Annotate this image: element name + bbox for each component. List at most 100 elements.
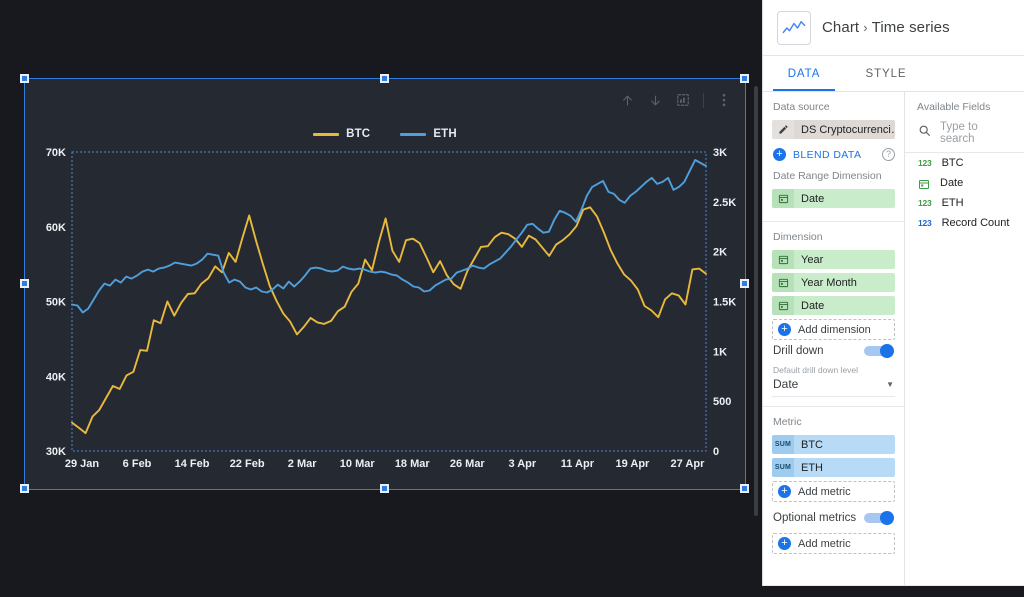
- svg-text:19 Apr: 19 Apr: [616, 458, 651, 470]
- data-source-chip[interactable]: DS Cryptocurrenci…: [772, 120, 895, 139]
- svg-text:50K: 50K: [46, 297, 66, 309]
- report-canvas[interactable]: BTC ETH 30K 40K 50K 60K 70K 0 500 1K 1.5K 2K 2.5K 3…: [0, 0, 762, 597]
- field-name: BTC: [941, 157, 964, 169]
- drill-down-row[interactable]: Drill down: [772, 340, 895, 360]
- available-fields-column[interactable]: Available Fields Type to search 123 BTC …: [905, 92, 1024, 597]
- calendar-icon: [918, 177, 930, 189]
- pencil-icon[interactable]: [772, 120, 794, 139]
- legend-swatch-btc: [313, 132, 340, 136]
- panel-title: Chart › Time series: [822, 19, 950, 36]
- svg-text:26 Mar: 26 Mar: [450, 458, 486, 470]
- date-range-dimension-chip[interactable]: Date: [772, 189, 895, 208]
- chart-legend[interactable]: BTC ETH: [25, 125, 745, 143]
- properties-panel[interactable]: Chart › Time series DATA STYLE Data source…: [762, 0, 1024, 597]
- add-dimension-button[interactable]: + Add dimension: [772, 319, 895, 340]
- field-item-btc[interactable]: 123 BTC: [905, 153, 1024, 173]
- dimension-chip-year-month[interactable]: Year Month: [772, 273, 895, 292]
- field-item-eth[interactable]: 123 ETH: [905, 193, 1024, 213]
- drill-down-label: Drill down: [773, 344, 824, 357]
- panel-tabs[interactable]: DATA STYLE: [763, 56, 1024, 92]
- svg-text:1.5K: 1.5K: [713, 297, 736, 309]
- plus-circle-icon[interactable]: +: [773, 148, 786, 161]
- chart-type-icon[interactable]: [670, 87, 696, 113]
- resize-handle-top-center[interactable]: [380, 74, 389, 83]
- calendar-icon: [772, 189, 794, 208]
- optional-metrics-toggle[interactable]: [864, 511, 894, 525]
- optional-metrics-row[interactable]: Optional metrics: [772, 507, 895, 527]
- add-metric-button[interactable]: + Add metric: [772, 481, 895, 502]
- svg-text:0: 0: [713, 446, 719, 458]
- drill-down-toggle[interactable]: [864, 344, 894, 358]
- plus-circle-icon: +: [778, 537, 791, 550]
- field-item-record-count[interactable]: 123 Record Count: [905, 213, 1024, 233]
- resize-handle-bottom-left[interactable]: [20, 484, 29, 493]
- resize-handle-bottom-right[interactable]: [740, 484, 749, 493]
- more-vert-icon[interactable]: [711, 87, 737, 113]
- legend-item-eth[interactable]: ETH: [400, 128, 457, 140]
- date-range-dimension-name: Date: [794, 189, 895, 208]
- svg-text:10 Mar: 10 Mar: [340, 458, 376, 470]
- chevron-down-icon[interactable]: ▼: [886, 380, 894, 389]
- section-metric: Metric SUM BTC SUM ETH + Add metric Opti…: [763, 406, 904, 563]
- panel-body: Data source DS Cryptocurrenci… + BLEND D…: [763, 92, 1024, 597]
- metric-label: Metric: [773, 416, 802, 428]
- plus-circle-icon: +: [778, 323, 791, 336]
- blend-data-row[interactable]: + BLEND DATA ?: [772, 143, 895, 167]
- dimension-chip-year[interactable]: Year: [772, 250, 895, 269]
- resize-handle-middle-left[interactable]: [20, 279, 29, 288]
- svg-text:11 Apr: 11 Apr: [561, 458, 595, 470]
- svg-text:6 Feb: 6 Feb: [123, 458, 152, 470]
- calendar-icon: [772, 250, 794, 269]
- svg-text:22 Feb: 22 Feb: [230, 458, 265, 470]
- panel-scrollbar[interactable]: [754, 86, 758, 516]
- metric-name: BTC: [794, 435, 895, 454]
- chart-selection-frame[interactable]: BTC ETH 30K 40K 50K 60K 70K 0 500 1K 1.5K 2K 2.5K 3…: [20, 74, 749, 493]
- dimension-chip-date[interactable]: Date: [772, 296, 895, 315]
- field-name: Date: [940, 177, 964, 189]
- resize-handle-top-right[interactable]: [740, 74, 749, 83]
- search-input[interactable]: Type to search: [940, 121, 1014, 145]
- svg-text:14 Feb: 14 Feb: [175, 458, 210, 470]
- calendar-icon: [772, 296, 794, 315]
- plus-circle-icon: +: [778, 485, 791, 498]
- svg-text:27 Apr: 27 Apr: [671, 458, 706, 470]
- arrow-up-icon[interactable]: [614, 87, 640, 113]
- drill-down-sublabel: Default drill down level: [773, 365, 859, 375]
- svg-text:2.5K: 2.5K: [713, 197, 736, 209]
- resize-handle-bottom-center[interactable]: [380, 484, 389, 493]
- tab-style[interactable]: STYLE: [845, 56, 927, 91]
- svg-text:30K: 30K: [46, 446, 66, 458]
- question-mark-icon[interactable]: ?: [882, 148, 895, 161]
- tab-data[interactable]: DATA: [763, 56, 845, 91]
- number-type-icon: 123: [918, 158, 932, 168]
- svg-text:60K: 60K: [46, 222, 66, 234]
- toggle-knob: [880, 511, 894, 525]
- panel-properties-column[interactable]: Data source DS Cryptocurrenci… + BLEND D…: [763, 92, 1024, 597]
- toggle-knob: [880, 344, 894, 358]
- field-search-row[interactable]: Type to search: [905, 118, 1024, 153]
- sum-aggregation-icon[interactable]: SUM: [772, 435, 794, 454]
- metric-chip-eth[interactable]: SUM ETH: [772, 458, 895, 477]
- blend-data-label[interactable]: BLEND DATA: [793, 149, 875, 161]
- svg-text:2K: 2K: [713, 247, 727, 259]
- line-chart-icon: [777, 10, 811, 45]
- drill-down-level-value: Date: [773, 377, 799, 391]
- number-type-icon: 123: [918, 198, 932, 208]
- metric-name: ETH: [794, 458, 895, 477]
- resize-handle-top-left[interactable]: [20, 74, 29, 83]
- legend-item-btc[interactable]: BTC: [313, 128, 370, 140]
- field-item-date[interactable]: Date: [905, 173, 1024, 193]
- add-optional-metric-button[interactable]: + Add metric: [772, 533, 895, 554]
- chart-toolbar[interactable]: [614, 87, 737, 113]
- metric-chip-btc[interactable]: SUM BTC: [772, 435, 895, 454]
- field-name: Record Count: [941, 217, 1010, 229]
- resize-handle-middle-right[interactable]: [740, 279, 749, 288]
- available-fields-label: Available Fields: [917, 101, 991, 113]
- svg-text:70K: 70K: [46, 147, 66, 159]
- sum-aggregation-icon[interactable]: SUM: [772, 458, 794, 477]
- search-icon: [918, 124, 931, 142]
- arrow-down-icon[interactable]: [642, 87, 668, 113]
- panel-title-chart: Chart: [822, 19, 860, 36]
- drill-down-level-select[interactable]: Date ▼: [772, 376, 895, 397]
- svg-text:500: 500: [713, 396, 731, 408]
